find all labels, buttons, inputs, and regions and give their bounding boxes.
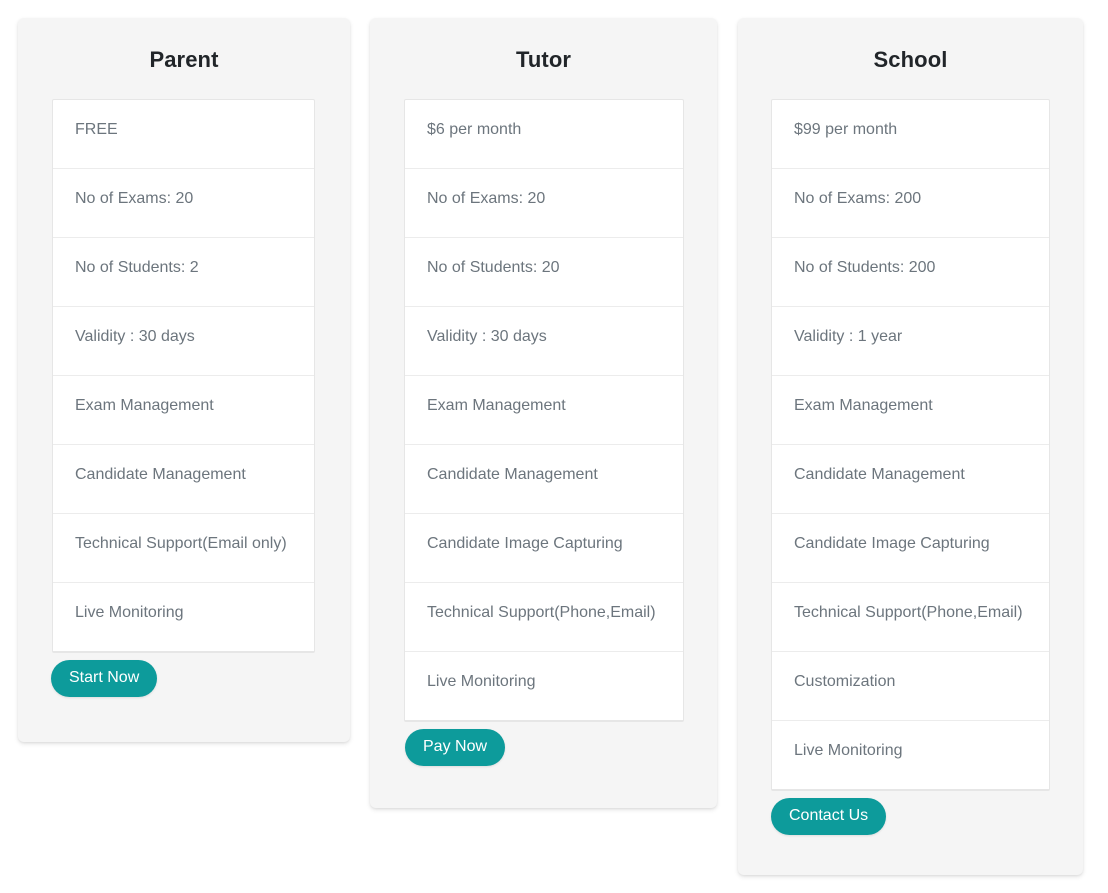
start-now-button[interactable]: Start Now: [51, 660, 158, 697]
feature-item: Exam Management: [405, 376, 683, 445]
feature-item: Candidate Image Capturing: [772, 514, 1049, 583]
pay-now-button[interactable]: Pay Now: [405, 729, 506, 766]
feature-item: Validity : 30 days: [405, 307, 683, 376]
feature-item: Live Monitoring: [53, 583, 314, 652]
feature-item: No of Exams: 20: [405, 169, 683, 238]
feature-item: Candidate Management: [53, 445, 314, 514]
feature-item: FREE: [53, 100, 314, 169]
feature-item: No of Students: 20: [405, 238, 683, 307]
feature-item: No of Students: 2: [53, 238, 314, 307]
contact-us-button[interactable]: Contact Us: [771, 798, 887, 835]
plan-title-school: School: [873, 47, 948, 72]
feature-item: Technical Support(Email only): [53, 514, 314, 583]
pricing-card-tutor: Tutor $6 per month No of Exams: 20 No of…: [370, 18, 717, 808]
feature-item: Candidate Management: [405, 445, 683, 514]
feature-item: Validity : 30 days: [53, 307, 314, 376]
feature-item: Live Monitoring: [772, 721, 1049, 790]
feature-item: Technical Support(Phone,Email): [772, 583, 1049, 652]
feature-list-school: $99 per month No of Exams: 200 No of Stu…: [771, 99, 1050, 791]
feature-item: Validity : 1 year: [772, 307, 1049, 376]
feature-item: No of Exams: 20: [53, 169, 314, 238]
pricing-card-parent: Parent FREE No of Exams: 20 No of Studen…: [18, 18, 350, 742]
feature-list-tutor: $6 per month No of Exams: 20 No of Stude…: [404, 99, 684, 722]
feature-item: Live Monitoring: [405, 652, 683, 721]
feature-item: $6 per month: [405, 100, 683, 169]
feature-list-parent: FREE No of Exams: 20 No of Students: 2 V…: [52, 99, 315, 653]
plan-title-parent: Parent: [149, 47, 219, 72]
feature-item: Candidate Image Capturing: [405, 514, 683, 583]
feature-item: Technical Support(Phone,Email): [405, 583, 683, 652]
plan-title-tutor: Tutor: [515, 47, 572, 72]
pricing-card-school: School $99 per month No of Exams: 200 No…: [738, 18, 1083, 875]
feature-item: $99 per month: [772, 100, 1049, 169]
feature-item: No of Exams: 200: [772, 169, 1049, 238]
feature-item: Exam Management: [53, 376, 314, 445]
feature-item: Exam Management: [772, 376, 1049, 445]
feature-item: No of Students: 200: [772, 238, 1049, 307]
feature-item: Customization: [772, 652, 1049, 721]
feature-item: Candidate Management: [772, 445, 1049, 514]
pricing-plans-container: Parent FREE No of Exams: 20 No of Studen…: [0, 0, 1108, 893]
